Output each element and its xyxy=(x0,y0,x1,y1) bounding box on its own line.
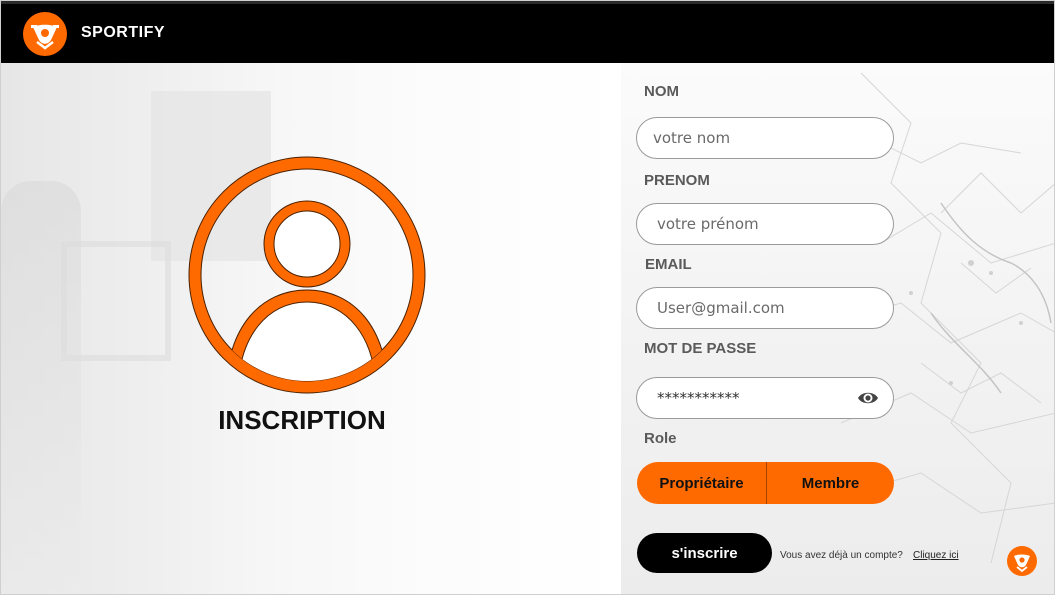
login-prompt: Vous avez déjà un compte? xyxy=(780,550,903,561)
password-input[interactable] xyxy=(636,377,894,419)
sportify-logo-icon[interactable] xyxy=(23,12,67,56)
nom-label: NOM xyxy=(644,83,679,100)
nom-input[interactable] xyxy=(636,117,894,159)
email-label: EMAIL xyxy=(645,256,692,273)
prenom-input[interactable] xyxy=(636,203,894,245)
signup-button[interactable]: s'inscrire xyxy=(637,533,772,573)
role-option-membre[interactable]: Membre xyxy=(766,462,894,504)
role-label: Role xyxy=(644,430,677,447)
email-input[interactable] xyxy=(636,287,894,329)
login-link[interactable]: Cliquez ici xyxy=(913,550,959,561)
app-name: SPORTIFY xyxy=(81,24,166,41)
page-title: INSCRIPTION xyxy=(218,405,386,435)
sportify-small-logo-icon xyxy=(1007,546,1037,576)
user-avatar-icon xyxy=(188,156,426,394)
app-window: SPORTIFY INSCRIPTION NOM PRENOM EMAIL MO… xyxy=(0,0,1055,595)
gym-background-frame xyxy=(61,241,171,361)
role-selector: Propriétaire Membre xyxy=(637,462,894,504)
eye-icon[interactable] xyxy=(857,389,879,407)
password-label: MOT DE PASSE xyxy=(644,340,757,357)
role-option-proprietaire[interactable]: Propriétaire xyxy=(637,462,766,504)
prenom-label: PRENOM xyxy=(644,172,710,189)
top-bar: SPORTIFY xyxy=(1,1,1054,63)
